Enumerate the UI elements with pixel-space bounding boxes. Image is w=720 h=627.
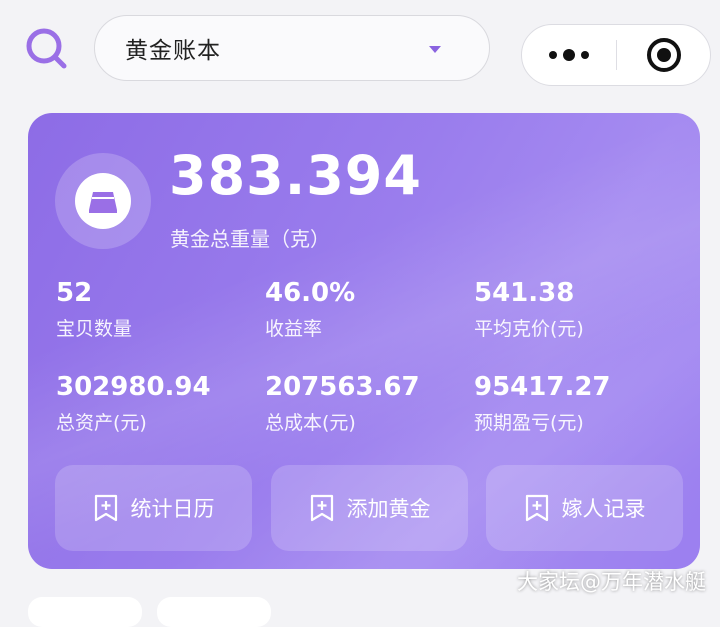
stat-total-assets: 302980.94 总资产(元) bbox=[56, 374, 211, 435]
mini-program-capsule bbox=[521, 24, 711, 86]
gold-bar-badge bbox=[55, 153, 151, 249]
stat-item-count: 52 宝贝数量 bbox=[56, 280, 132, 341]
stat-value: 207563.67 bbox=[265, 372, 420, 402]
stats-calendar-button[interactable]: 统计日历 bbox=[55, 465, 252, 551]
next-section-card[interactable] bbox=[28, 597, 142, 627]
more-menu-button[interactable] bbox=[522, 25, 616, 85]
stat-value: 52 bbox=[56, 278, 93, 308]
ledger-selector-title: 黄金账本 bbox=[125, 38, 221, 64]
stat-value: 541.38 bbox=[474, 278, 575, 308]
app-logo-icon[interactable] bbox=[24, 26, 70, 72]
bookmark-plus-icon bbox=[310, 494, 333, 522]
more-dots-icon bbox=[549, 49, 589, 61]
stat-return-rate: 46.0% 收益率 bbox=[265, 280, 355, 341]
gold-bar-icon bbox=[75, 173, 131, 229]
stat-total-cost: 207563.67 总成本(元) bbox=[265, 374, 420, 435]
close-program-button[interactable] bbox=[617, 25, 711, 85]
target-circle-icon bbox=[647, 38, 681, 72]
watermark-text: 大家坛@万年潜水艇 bbox=[517, 570, 706, 594]
chevron-down-icon bbox=[429, 46, 441, 53]
stat-label: 收益率 bbox=[265, 318, 323, 340]
bookmark-plus-icon bbox=[525, 494, 548, 522]
button-label: 嫁人记录 bbox=[561, 497, 646, 521]
button-label: 添加黄金 bbox=[346, 497, 431, 521]
stat-label: 总资产(元) bbox=[56, 412, 147, 434]
ledger-selector[interactable]: 黄金账本 bbox=[94, 15, 490, 81]
stat-value: 95417.27 bbox=[474, 372, 611, 402]
stat-label: 预期盈亏(元) bbox=[474, 412, 584, 434]
total-weight-value: 383.394 bbox=[169, 144, 422, 207]
stat-value: 46.0% bbox=[265, 278, 356, 308]
gold-summary-card: 383.394 黄金总重量（克） 52 宝贝数量 46.0% 收益率 541.3… bbox=[28, 113, 700, 569]
total-weight-label: 黄金总重量（克） bbox=[170, 227, 330, 251]
add-gold-button[interactable]: 添加黄金 bbox=[271, 465, 468, 551]
stat-expected-profit: 95417.27 预期盈亏(元) bbox=[474, 374, 611, 435]
button-label: 统计日历 bbox=[130, 497, 215, 521]
next-section-card[interactable] bbox=[157, 597, 271, 627]
stat-label: 总成本(元) bbox=[265, 412, 356, 434]
dowry-record-button[interactable]: 嫁人记录 bbox=[486, 465, 683, 551]
stat-avg-price: 541.38 平均克价(元) bbox=[474, 280, 584, 341]
bookmark-plus-icon bbox=[94, 494, 117, 522]
stat-label: 平均克价(元) bbox=[474, 318, 584, 340]
stat-value: 302980.94 bbox=[56, 372, 211, 402]
stat-label: 宝贝数量 bbox=[56, 318, 133, 340]
